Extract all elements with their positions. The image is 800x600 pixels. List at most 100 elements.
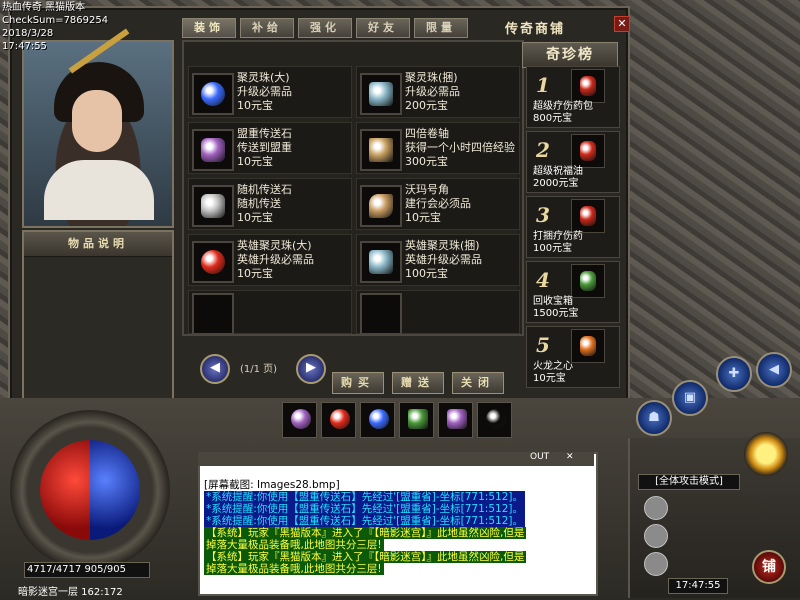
shop-item[interactable]: 沃玛号角 建行会必须品 10元宝 [356, 178, 520, 230]
item-name: 四倍卷轴 [405, 127, 449, 140]
rank-item-price: 1500元宝 [533, 308, 579, 319]
quick-belt [282, 402, 512, 438]
item-desc: 随机传送 [237, 197, 281, 210]
belt-slot[interactable] [477, 402, 512, 438]
close-icon[interactable]: ✕ [614, 16, 630, 32]
shop-item[interactable]: 英雄聚灵珠(捆) 英雄升级必需品 100元宝 [356, 234, 520, 286]
bundle-icon [369, 82, 393, 106]
item-icon-slot [360, 293, 402, 335]
potion-bundle-icon [571, 199, 605, 233]
item-price: 10元宝 [237, 155, 273, 168]
rank-item[interactable]: 4 回收宝箱 1500元宝 [526, 261, 620, 323]
belt-slot[interactable] [282, 402, 317, 438]
empty-slot [486, 409, 506, 429]
item-icon-slot [192, 73, 234, 115]
item-icon-slot [192, 185, 234, 227]
skill-slot-icon[interactable] [644, 496, 668, 520]
prev-page-button[interactable]: ◀ [200, 354, 230, 384]
item-price: 10元宝 [237, 267, 273, 280]
buy-button[interactable]: 购买 [332, 372, 384, 394]
tab-supply[interactable]: 补给 [240, 18, 294, 38]
potion-pack-icon [571, 69, 605, 103]
rank-item-name: 回收宝箱 [533, 296, 573, 307]
item-description-title: 物品说明 [24, 232, 172, 257]
item-price: 10元宝 [405, 211, 441, 224]
chat-line: *系统提醒:你使用【盟重传送石】先经过'[盟重省]-坐标[771:512]。 [204, 515, 525, 527]
rank-item[interactable]: 1 超级疗伤药包 800元宝 [526, 66, 620, 128]
shop-button[interactable]: 铺 [752, 550, 786, 584]
blue-orb-icon [369, 409, 389, 429]
belt-slot[interactable] [438, 402, 473, 438]
chat-line: [屏幕截图: Images28.bmp] [204, 479, 340, 491]
character-portrait [22, 28, 174, 228]
shop-item[interactable]: 盟重传送石 传送到盟重 10元宝 [188, 122, 352, 174]
item-icon-slot [360, 73, 402, 115]
shop-window: 物品说明 装饰 补给 强化 好友 限量 传奇商铺 ✕ 聚灵珠(大) 升级必需品 10… [8, 6, 630, 402]
tab-limited[interactable]: 限量 [414, 18, 468, 38]
date: 2018/3/28 [2, 28, 54, 39]
shop-item[interactable]: 聚灵珠(捆) 升级必需品 200元宝 [356, 66, 520, 118]
shop-tabs: 装饰 补给 强化 好友 限量 [182, 18, 468, 38]
item-name: 随机传送石 [237, 183, 292, 196]
next-page-button[interactable]: ▶ [296, 354, 326, 384]
item-icon-slot [360, 185, 402, 227]
shop-item-empty [188, 290, 352, 335]
goods-grid: 聚灵珠(大) 升级必需品 10元宝 聚灵珠(捆) 升级必需品 200元宝 盟重传送石 传送… [182, 40, 524, 336]
item-price: 300元宝 [405, 155, 448, 168]
item-description-panel: 物品说明 [22, 230, 174, 400]
item-name: 聚灵珠(大) [237, 71, 290, 84]
skills-button[interactable]: ✚ [716, 356, 752, 392]
rank-number: 3 [536, 203, 550, 227]
shop-item[interactable]: 聚灵珠(大) 升级必需品 10元宝 [188, 66, 352, 118]
rank-item-name: 打捆疗伤药 [533, 231, 583, 242]
portrait-fur [44, 160, 154, 220]
belt-slot[interactable] [321, 402, 356, 438]
rank-title: 奇珍榜 [522, 42, 618, 68]
shop-item[interactable]: 四倍卷轴 获得一个小时四倍经验 300元宝 [356, 122, 520, 174]
rank-item-name: 超级祝福油 [533, 166, 583, 177]
book-icon [369, 138, 393, 162]
chat-line: 【系统】玩家『黑猫版本』进入了『【暗影迷宫】』此地虽然凶险,但是 [204, 527, 527, 539]
rank-item[interactable]: 5 火龙之心 10元宝 [526, 326, 620, 388]
shop-item-empty [356, 290, 520, 335]
time: 17:47:55 [2, 41, 47, 52]
horn-icon [369, 194, 393, 218]
item-name: 英雄聚灵珠(大) [237, 239, 312, 252]
shop-item[interactable]: 英雄聚灵珠(大) 英雄升级必需品 10元宝 [188, 234, 352, 286]
oil-bottle-icon [571, 134, 605, 168]
stone-icon [447, 409, 467, 429]
shop-item[interactable]: 随机传送石 随机传送 10元宝 [188, 178, 352, 230]
skill-slot-icon[interactable] [644, 524, 668, 548]
tab-decor[interactable]: 装饰 [182, 18, 236, 38]
gift-button[interactable]: 赠送 [392, 372, 444, 394]
skill-slot-icon[interactable] [644, 552, 668, 576]
chat-close-icon[interactable]: ✕ [566, 452, 574, 462]
bag-button[interactable]: ▣ [672, 380, 708, 416]
item-name: 聚灵珠(捆) [405, 71, 458, 84]
item-desc: 传送到盟重 [237, 141, 292, 154]
item-icon-slot [360, 129, 402, 171]
item-price: 10元宝 [237, 99, 273, 112]
item-icon-slot [192, 293, 234, 335]
item-price: 200元宝 [405, 99, 448, 112]
rank-number: 2 [536, 138, 550, 162]
chat-out-button[interactable]: OUT [530, 452, 549, 462]
debug-overlay: 热血传奇 黑猫版本 CheckSum=7869254 2018/3/28 17:… [2, 1, 108, 53]
character-button[interactable]: ☗ [636, 400, 672, 436]
chest-icon [571, 264, 605, 298]
checksum: CheckSum=7869254 [2, 15, 109, 26]
sound-button[interactable]: ◀ [756, 352, 792, 388]
belt-slot[interactable] [360, 402, 395, 438]
belt-slot[interactable] [399, 402, 434, 438]
item-name: 英雄聚灵珠(捆) [405, 239, 480, 252]
rank-item[interactable]: 2 超级祝福油 2000元宝 [526, 131, 620, 193]
attack-mode[interactable]: [全体攻击模式] [638, 474, 740, 490]
game-title: 热血传奇 黑猫版本 [2, 2, 86, 13]
rank-item[interactable]: 3 打捆疗伤药 100元宝 [526, 196, 620, 258]
close-button[interactable]: 关闭 [452, 372, 504, 394]
rank-item-price: 100元宝 [533, 243, 573, 254]
item-name: 盟重传送石 [237, 127, 292, 140]
tab-enhance[interactable]: 强化 [298, 18, 352, 38]
rank-item-price: 10元宝 [533, 373, 566, 384]
tab-friend[interactable]: 好友 [356, 18, 410, 38]
